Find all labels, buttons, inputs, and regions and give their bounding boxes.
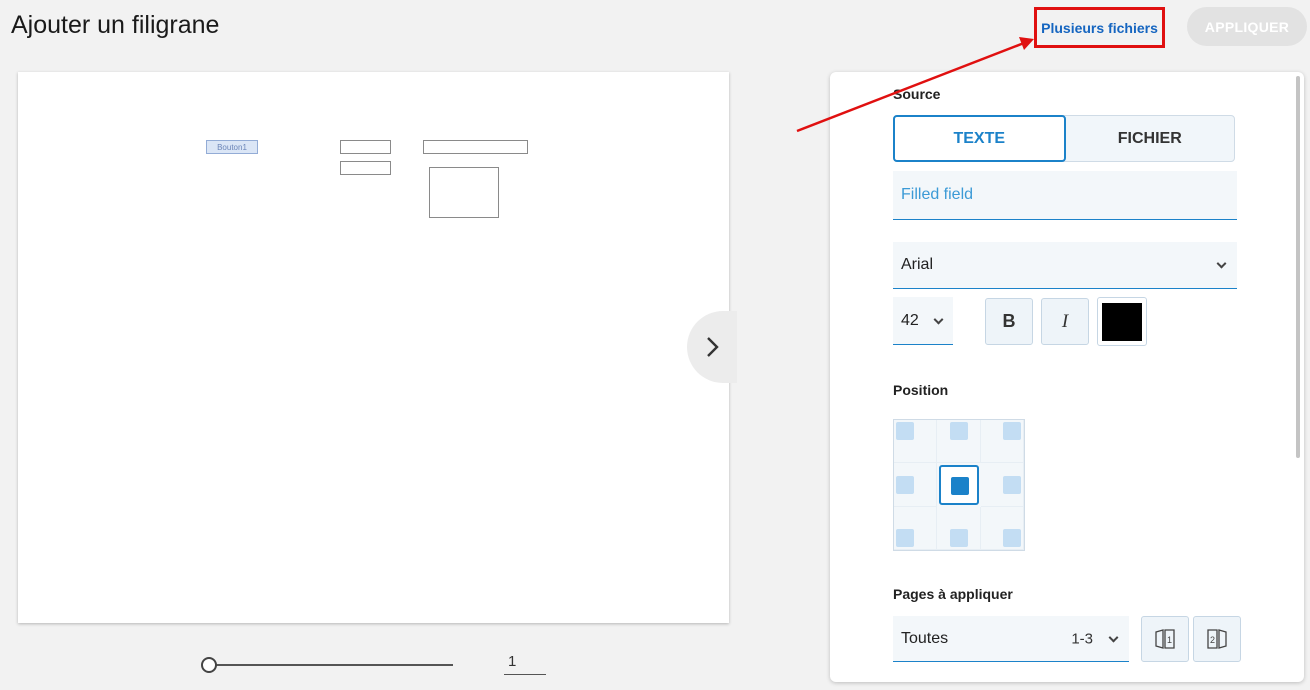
source-option-file[interactable]: FICHIER bbox=[1066, 116, 1235, 161]
source-option-text[interactable]: TEXTE bbox=[893, 115, 1066, 162]
odd-pages-button[interactable]: 1 bbox=[1141, 616, 1189, 662]
pages-range: 1-3 bbox=[1071, 630, 1093, 647]
position-top-center[interactable] bbox=[937, 420, 981, 464]
chevron-down-icon bbox=[933, 314, 944, 325]
apply-button[interactable]: APPLIQUER bbox=[1187, 7, 1307, 46]
font-select[interactable]: Arial bbox=[893, 242, 1237, 289]
zoom-slider-track[interactable] bbox=[208, 664, 453, 666]
font-size-value: 42 bbox=[901, 311, 919, 329]
preview-field-box bbox=[423, 140, 528, 154]
even-pages-icon: 2 bbox=[1207, 629, 1227, 649]
position-label: Position bbox=[893, 382, 949, 398]
position-bottom-right[interactable] bbox=[980, 506, 1024, 550]
zoom-slider-handle[interactable] bbox=[201, 657, 217, 673]
multiple-files-link[interactable]: Plusieurs fichiers bbox=[1034, 7, 1165, 48]
position-middle-left[interactable] bbox=[894, 463, 938, 507]
source-label: Source bbox=[893, 86, 941, 102]
position-grid bbox=[893, 419, 1025, 551]
source-toggle: TEXTE FICHIER bbox=[893, 115, 1235, 162]
font-select-value: Arial bbox=[901, 256, 934, 273]
odd-pages-icon: 1 bbox=[1155, 629, 1175, 649]
pages-select[interactable]: Toutes 1-3 bbox=[893, 616, 1129, 662]
position-top-right[interactable] bbox=[980, 420, 1024, 464]
text-color-button[interactable] bbox=[1097, 297, 1147, 346]
even-pages-button[interactable]: 2 bbox=[1193, 616, 1241, 662]
position-middle-center[interactable] bbox=[939, 465, 979, 505]
svg-text:2: 2 bbox=[1210, 635, 1215, 645]
preview-button-element: Bouton1 bbox=[206, 140, 258, 154]
bold-button[interactable]: B bbox=[985, 298, 1033, 345]
watermark-text-input[interactable]: Filled field bbox=[893, 171, 1237, 220]
preview-field-box bbox=[340, 161, 391, 175]
page-number-input[interactable]: 1 bbox=[504, 651, 546, 675]
position-bottom-left[interactable] bbox=[894, 506, 938, 550]
panel-scrollbar[interactable] bbox=[1296, 76, 1300, 458]
chevron-down-icon bbox=[1216, 258, 1227, 269]
color-swatch bbox=[1102, 302, 1142, 341]
position-middle-right[interactable] bbox=[980, 463, 1024, 507]
chevron-down-icon bbox=[1108, 632, 1119, 643]
position-top-left[interactable] bbox=[894, 420, 938, 464]
position-bottom-center[interactable] bbox=[937, 506, 981, 550]
svg-text:1: 1 bbox=[1167, 635, 1172, 645]
page-title: Ajouter un filigrane bbox=[11, 11, 220, 39]
document-preview: Bouton1 bbox=[18, 72, 729, 623]
italic-button[interactable]: I bbox=[1041, 298, 1089, 345]
italic-icon: I bbox=[1061, 310, 1069, 332]
chevron-right-icon bbox=[707, 337, 719, 357]
pages-select-value: Toutes bbox=[901, 629, 949, 647]
pages-label: Pages à appliquer bbox=[893, 586, 1013, 602]
font-size-select[interactable]: 42 bbox=[893, 297, 953, 345]
preview-field-box bbox=[340, 140, 391, 154]
preview-image-box bbox=[429, 167, 499, 218]
bold-icon: B bbox=[1002, 311, 1016, 331]
